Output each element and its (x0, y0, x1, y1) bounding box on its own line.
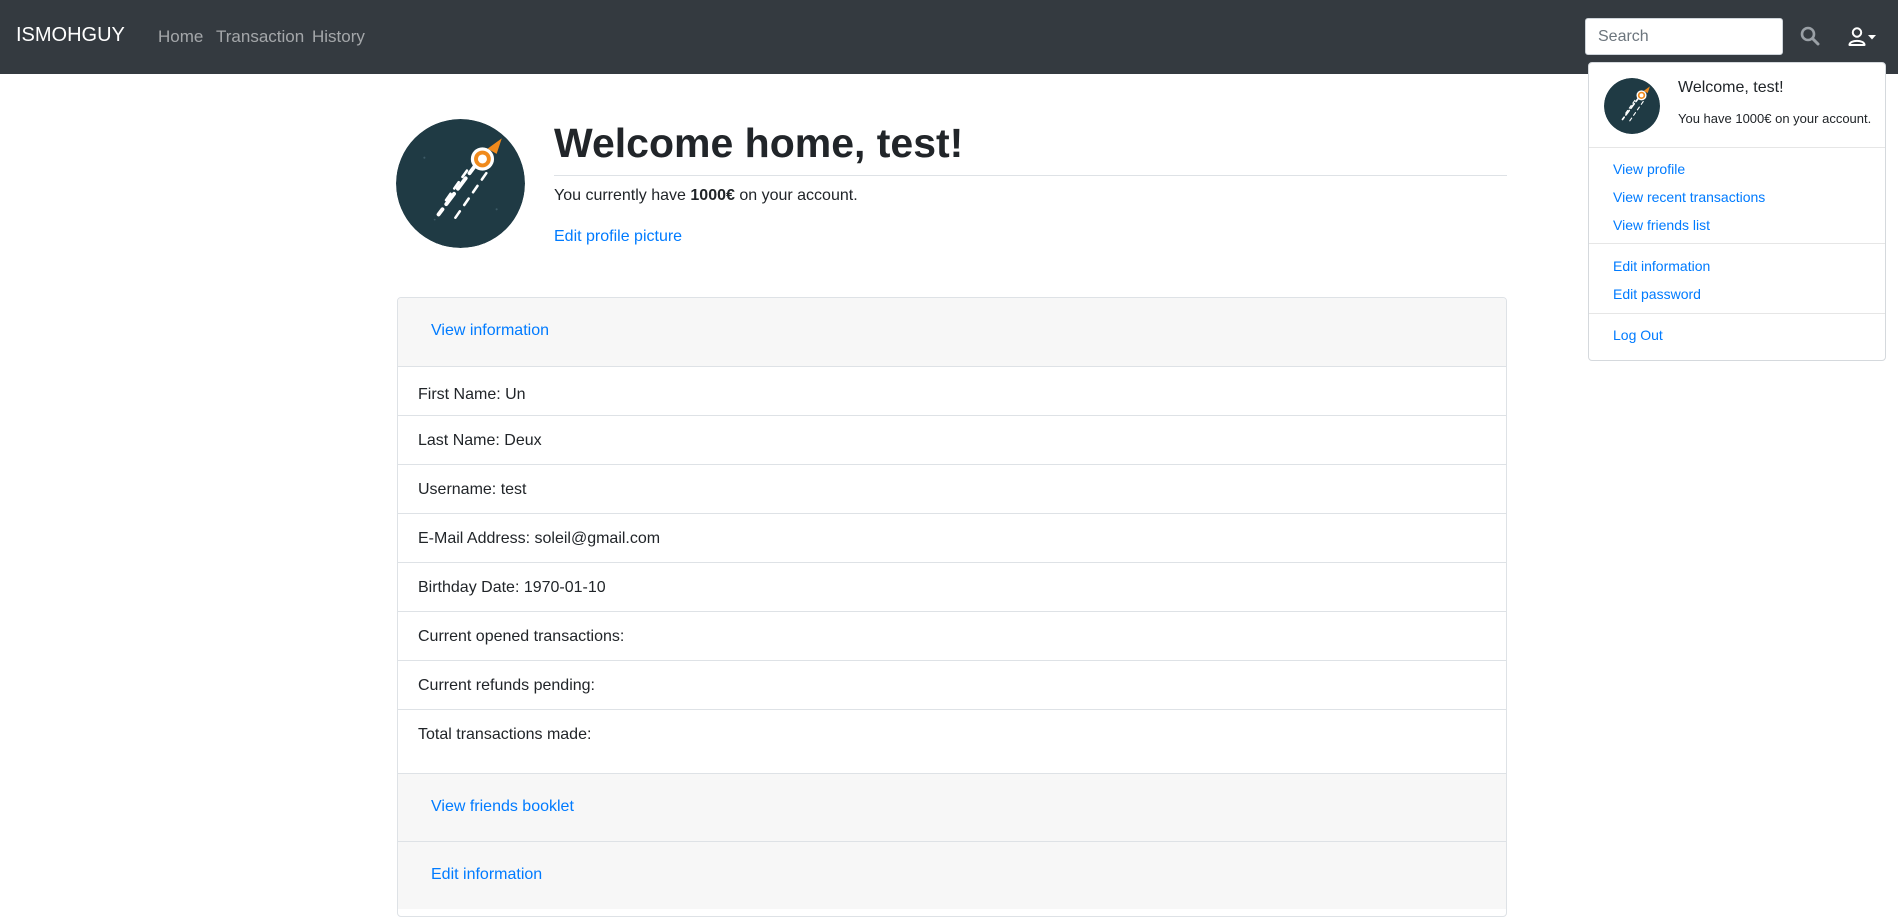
row-text: First Name: Un (418, 386, 526, 403)
menu-item-edit-password[interactable]: Edit password (1613, 286, 1701, 302)
title-divider (554, 175, 1507, 176)
rocket-avatar-icon (1604, 78, 1660, 134)
dropdown-avatar (1604, 78, 1660, 134)
row-text: Last Name: Deux (418, 432, 542, 449)
dropdown-divider (1589, 313, 1885, 314)
dropdown-welcome: Welcome, test! (1678, 79, 1784, 96)
user-icon (1848, 27, 1866, 46)
edit-information-header: Edit information (398, 841, 1506, 909)
menu-item-edit-information[interactable]: Edit information (1613, 258, 1710, 274)
row-text: Current opened transactions: (418, 628, 625, 645)
brand-logo[interactable]: ISMOHGUY (16, 24, 125, 47)
dropdown-balance: You have 1000€ on your account. (1678, 111, 1872, 126)
balance-suffix: on your account. (734, 187, 858, 204)
balance-text: You currently have 1000€ on your account… (554, 187, 858, 205)
dropdown-divider (1589, 147, 1885, 148)
info-row-last-name: Last Name: Deux (398, 415, 1506, 464)
info-row-birthday: Birthday Date: 1970-01-10 (398, 562, 1506, 611)
view-information-header: View information (398, 298, 1506, 366)
caret-down-icon (1868, 35, 1876, 40)
view-information-link[interactable]: View information (431, 322, 549, 340)
menu-item-log-out[interactable]: Log Out (1613, 327, 1663, 343)
row-text: Username: test (418, 481, 527, 498)
row-text: E-Mail Address: soleil@gmail.com (418, 530, 661, 547)
nav-history-link[interactable]: History (312, 27, 365, 47)
search-icon[interactable] (1800, 26, 1822, 48)
nav-home-link[interactable]: Home (158, 27, 203, 47)
search-input[interactable] (1585, 18, 1783, 55)
view-friends-booklet-header: View friends booklet (398, 773, 1506, 841)
row-text: Birthday Date: 1970-01-10 (418, 579, 606, 596)
user-dropdown-menu: Welcome, test! You have 1000€ on your ac… (1588, 62, 1886, 361)
rocket-avatar-icon (396, 119, 525, 248)
profile-info-card: View information First Name: Un Last Nam… (397, 297, 1507, 917)
menu-item-view-recent-transactions[interactable]: View recent transactions (1613, 189, 1765, 205)
edit-information-link[interactable]: Edit information (431, 866, 542, 884)
menu-item-view-profile[interactable]: View profile (1613, 161, 1685, 177)
view-friends-booklet-link[interactable]: View friends booklet (431, 798, 574, 816)
balance-amount: 1000€ (690, 187, 735, 204)
info-row-first-name: First Name: Un (398, 366, 1506, 415)
info-row-opened-transactions: Current opened transactions: (398, 611, 1506, 660)
info-row-refunds-pending: Current refunds pending: (398, 660, 1506, 709)
dropdown-divider (1589, 243, 1885, 244)
nav-transaction-link[interactable]: Transaction (216, 27, 304, 47)
row-text: Total transactions made: (418, 726, 592, 743)
balance-prefix: You currently have (554, 187, 691, 204)
page-title: Welcome home, test! (554, 120, 964, 166)
edit-profile-picture-link[interactable]: Edit profile picture (554, 228, 682, 246)
info-row-email: E-Mail Address: soleil@gmail.com (398, 513, 1506, 562)
menu-item-view-friends-list[interactable]: View friends list (1613, 217, 1710, 233)
info-row-username: Username: test (398, 464, 1506, 513)
info-row-total-transactions: Total transactions made: (398, 709, 1506, 770)
profile-avatar (396, 119, 525, 248)
user-menu-toggle[interactable] (1848, 26, 1882, 48)
row-text: Current refunds pending: (418, 677, 595, 694)
